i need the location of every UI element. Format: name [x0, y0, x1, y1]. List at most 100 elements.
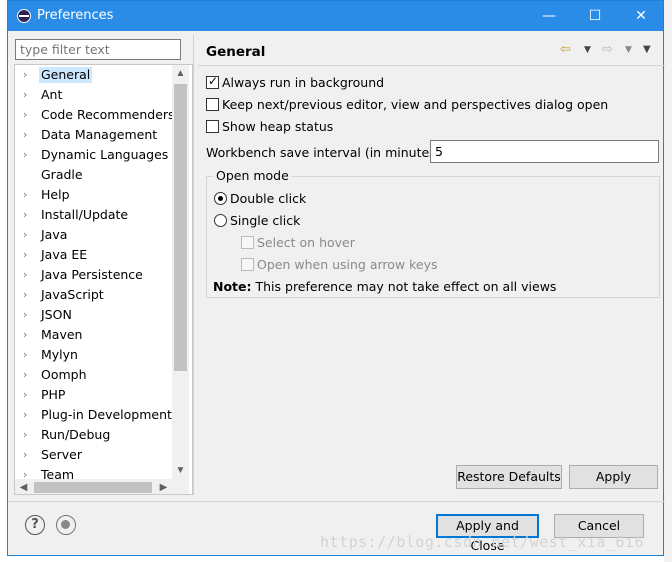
expand-chevron-icon[interactable]: ›: [23, 428, 35, 442]
restore-defaults-button[interactable]: Restore Defaults: [456, 465, 562, 489]
pane-splitter[interactable]: [193, 35, 194, 495]
note-label: Note:: [213, 279, 252, 294]
tree-item[interactable]: › PHP: [15, 385, 175, 405]
import-export-icon[interactable]: [56, 515, 76, 535]
always-run-background-checkbox[interactable]: [206, 74, 219, 89]
single-click-radio[interactable]: [214, 214, 227, 227]
scroll-down-icon[interactable]: ▼: [172, 462, 189, 479]
tree-item[interactable]: › Data Management: [15, 125, 175, 145]
tree-item[interactable]: › Plug-in Development: [15, 405, 175, 425]
tree-item[interactable]: › Install/Update: [15, 205, 175, 225]
tree-item-label: Run/Debug: [41, 427, 111, 442]
hscroll-thumb[interactable]: [34, 482, 152, 493]
forward-dropdown-icon[interactable]: ▼: [625, 41, 632, 59]
tree-item-label: Oomph: [41, 367, 87, 382]
open-arrow-keys-checkbox: [241, 258, 254, 271]
save-interval-label: Workbench save interval (in minutes):: [206, 145, 445, 160]
tree-item[interactable]: › Run/Debug: [15, 425, 175, 445]
apply-button[interactable]: Apply: [569, 465, 658, 489]
page-title: General: [206, 44, 266, 60]
tree-item-label: Data Management: [41, 127, 158, 142]
expand-chevron-icon[interactable]: ›: [23, 348, 35, 362]
tree-item[interactable]: › Dynamic Languages: [15, 145, 175, 165]
help-icon[interactable]: ?: [25, 515, 45, 535]
tree-item-label: Dynamic Languages: [41, 147, 169, 162]
expand-chevron-icon[interactable]: ›: [23, 208, 35, 222]
expand-chevron-icon[interactable]: ›: [23, 288, 35, 302]
background-strip: [664, 0, 672, 562]
tree-horizontal-scrollbar[interactable]: ◀ ▶: [15, 479, 189, 494]
tree-item-label: Code Recommenders: [41, 107, 175, 122]
back-dropdown-icon[interactable]: ▼: [584, 41, 591, 59]
footer-divider: [8, 501, 665, 502]
expand-chevron-icon[interactable]: ›: [23, 248, 35, 262]
tree-item-label: Server: [41, 447, 82, 462]
tree-item[interactable]: › Ant: [15, 85, 175, 105]
preferences-tree[interactable]: › Team › Server › Run/Debug › Plug-in Developme…: [14, 64, 193, 495]
show-heap-checkbox[interactable]: [206, 120, 219, 133]
expand-chevron-icon[interactable]: ›: [23, 448, 35, 462]
double-click-radio[interactable]: [214, 192, 227, 205]
scroll-corner: [172, 479, 189, 494]
tree-item[interactable]: › Java Persistence: [15, 265, 175, 285]
tree-item[interactable]: › Server: [15, 445, 175, 465]
tree-item[interactable]: › Oomph: [15, 365, 175, 385]
maximize-button[interactable]: ☐: [572, 1, 618, 31]
tree-item-label: Maven: [41, 327, 83, 342]
tree-item[interactable]: › Java EE: [15, 245, 175, 265]
tree-vertical-scrollbar[interactable]: ▲ ▼: [172, 65, 189, 479]
eclipse-icon: [17, 9, 31, 23]
save-interval-input[interactable]: [430, 140, 659, 163]
scroll-thumb[interactable]: [174, 84, 187, 371]
tree-item-label: Plug-in Development: [41, 407, 172, 422]
expand-chevron-icon[interactable]: ›: [23, 228, 35, 242]
note-text: This preference may not take effect on a…: [251, 279, 557, 294]
back-arrow-icon[interactable]: ⇦: [560, 41, 571, 59]
tree-item[interactable]: › General: [15, 65, 175, 85]
expand-chevron-icon[interactable]: ›: [23, 108, 35, 122]
tree-item[interactable]: › JavaScript: [15, 285, 175, 305]
expand-chevron-icon[interactable]: ›: [23, 188, 35, 202]
keep-next-prev-checkbox[interactable]: [206, 98, 219, 111]
tree-item-label: Ant: [41, 87, 63, 102]
tree-item[interactable]: › JSON: [15, 305, 175, 325]
tree-item-label: Java: [41, 227, 68, 242]
general-page: Always run in background Keep next/previ…: [198, 66, 665, 495]
expand-chevron-icon[interactable]: ›: [23, 328, 35, 342]
tree-item-label: Gradle: [41, 167, 83, 182]
open-mode-title: Open mode: [213, 168, 292, 183]
tree-item[interactable]: › Code Recommenders: [15, 105, 175, 125]
preference-note: Note: This preference may not take effec…: [213, 279, 556, 294]
tree-item-label: Java Persistence: [41, 267, 143, 282]
tree-item-label: Java EE: [41, 247, 88, 262]
preferences-window: Preferences — ☐ ✕ ›Team›Server›Run/Debug…: [7, 0, 665, 556]
window-title: Preferences: [37, 8, 114, 23]
expand-chevron-icon[interactable]: ›: [23, 368, 35, 382]
select-on-hover-checkbox: [241, 236, 254, 249]
tree-item[interactable]: › Help: [15, 185, 175, 205]
tree-item-label: Help: [41, 187, 70, 202]
expand-chevron-icon[interactable]: ›: [23, 268, 35, 282]
scroll-right-icon[interactable]: ▶: [155, 479, 172, 494]
view-menu-icon[interactable]: ▼: [643, 41, 651, 59]
expand-chevron-icon[interactable]: ›: [23, 148, 35, 162]
close-button[interactable]: ✕: [618, 1, 664, 31]
tree-item-label: JavaScript: [41, 287, 104, 302]
expand-chevron-icon[interactable]: ›: [23, 88, 35, 102]
tree-item[interactable]: › Java: [15, 225, 175, 245]
expand-chevron-icon[interactable]: ›: [23, 388, 35, 402]
scroll-left-icon[interactable]: ◀: [15, 479, 32, 494]
tree-item[interactable]: › Mylyn: [15, 345, 175, 365]
scroll-up-icon[interactable]: ▲: [172, 65, 189, 82]
expand-chevron-icon[interactable]: ›: [23, 408, 35, 422]
expand-chevron-icon[interactable]: ›: [23, 68, 35, 82]
forward-arrow-icon[interactable]: ⇨: [602, 41, 613, 59]
minimize-button[interactable]: —: [526, 1, 572, 31]
tree-item-label: JSON: [41, 307, 72, 322]
filter-input[interactable]: [15, 39, 181, 60]
tree-item[interactable]: › Maven: [15, 325, 175, 345]
expand-chevron-icon[interactable]: ›: [23, 128, 35, 142]
tree-item[interactable]: Gradle: [15, 165, 175, 185]
expand-chevron-icon[interactable]: ›: [23, 308, 35, 322]
tree-item-label: Mylyn: [41, 347, 78, 362]
